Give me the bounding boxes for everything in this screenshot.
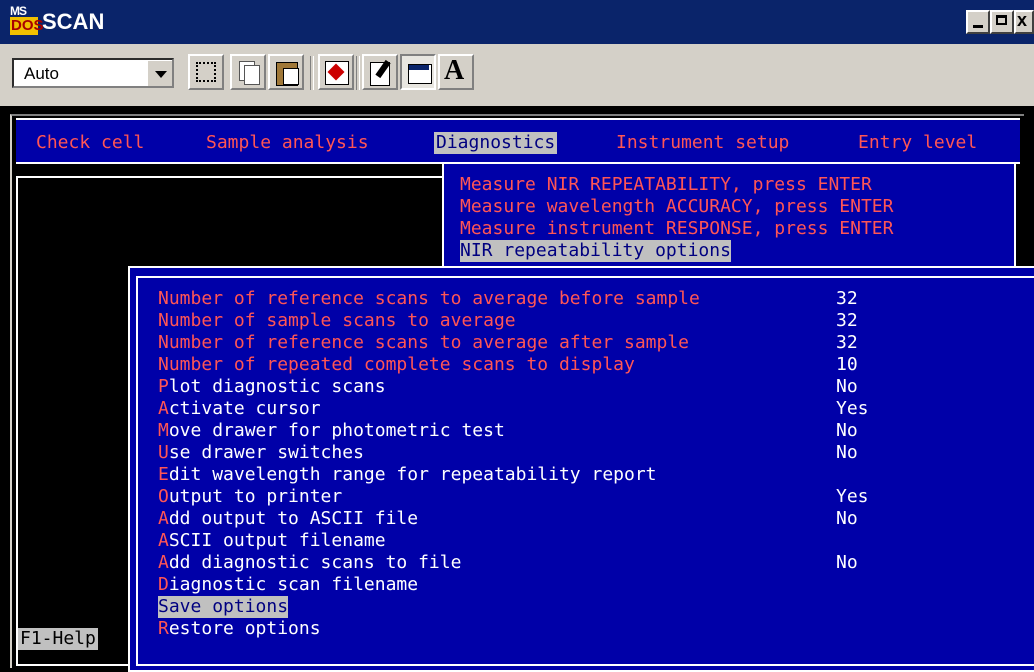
app-icon-dos-text: DOS (10, 17, 44, 35)
option-value: Yes (836, 486, 869, 507)
dropdown-item-measure-response[interactable]: Measure instrument RESPONSE, press ENTER (460, 218, 893, 240)
dropdown-item-measure-repeatability[interactable]: Measure NIR REPEATABILITY, press ENTER (460, 174, 872, 196)
chevron-down-icon[interactable] (146, 60, 172, 86)
mark-icon (196, 62, 216, 82)
copy-button[interactable] (230, 54, 266, 90)
font-icon: A (444, 55, 465, 86)
minimize-button[interactable] (966, 10, 990, 34)
menu-check-cell[interactable]: Check cell (36, 132, 144, 154)
diagnostics-dropdown: Measure NIR REPEATABILITY, press ENTER M… (442, 164, 1016, 268)
menu-sample-analysis[interactable]: Sample analysis (206, 132, 369, 154)
dropdown-item-repeatability-options[interactable]: NIR repeatability options (460, 240, 731, 262)
ms-dos-app-icon[interactable]: MS DOS (10, 4, 44, 36)
paste-button[interactable] (268, 54, 304, 90)
menu-instrument-setup[interactable]: Instrument setup (616, 132, 789, 154)
fullscreen-button[interactable] (318, 54, 354, 90)
console-area[interactable]: Check cell Sample analysis Diagnostics I… (0, 106, 1034, 672)
options-list: Number of reference scans to average bef… (136, 276, 1034, 666)
font-size-value: Auto (24, 64, 59, 83)
menu-entry-level[interactable]: Entry level (858, 132, 977, 154)
option-value: 32 (836, 288, 858, 309)
window-title: SCAN (42, 9, 105, 34)
menu-diagnostics[interactable]: Diagnostics (434, 132, 558, 154)
toolbar: Auto A (0, 44, 1034, 106)
close-button[interactable]: x (1014, 10, 1034, 34)
maximize-button[interactable] (990, 10, 1014, 34)
mark-button[interactable] (188, 54, 224, 90)
option-value: No (836, 442, 858, 463)
option-value: No (836, 420, 858, 441)
dropdown-item-measure-accuracy[interactable]: Measure wavelength ACCURACY, press ENTER (460, 196, 893, 218)
font-size-select[interactable]: Auto (12, 58, 174, 88)
font-button[interactable]: A (438, 54, 474, 90)
maximize-icon (996, 15, 1007, 25)
background-button[interactable] (400, 54, 436, 90)
f1-help-hint[interactable]: F1-Help (18, 628, 98, 650)
toolbar-separator (356, 56, 360, 90)
options-panel: Number of reference scans to average bef… (128, 266, 1034, 672)
option-value: No (836, 508, 858, 529)
option-value: 10 (836, 354, 858, 375)
toolbar-separator (310, 56, 314, 90)
dos-menu-bar: Check cell Sample analysis Diagnostics I… (16, 118, 1020, 164)
app-icon-ms-text: MS (10, 4, 27, 18)
option-value: Yes (836, 398, 869, 419)
option-value: 32 (836, 332, 858, 353)
close-icon: x (1017, 10, 1028, 30)
title-bar[interactable]: MS DOS SCAN x (0, 0, 1034, 44)
minimize-icon (973, 25, 983, 28)
option-value: No (836, 376, 858, 397)
option-value: No (836, 552, 858, 573)
properties-button[interactable] (362, 54, 398, 90)
option-value: 32 (836, 310, 858, 331)
